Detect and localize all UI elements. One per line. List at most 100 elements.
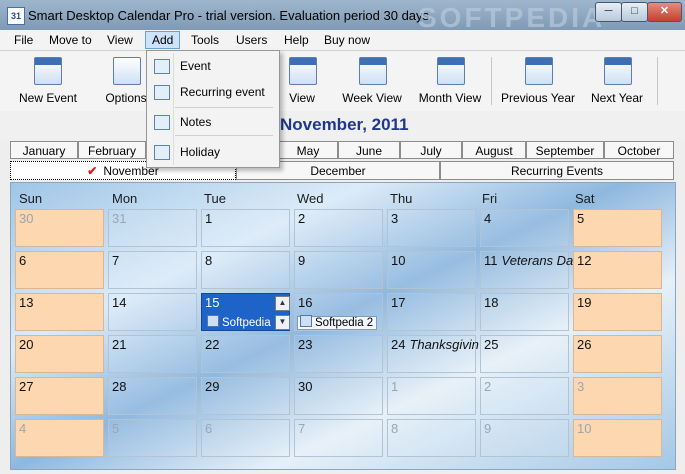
day-cell-selected[interactable]: 15 ▲ ▼ Softpedia <box>201 293 290 331</box>
day-cell[interactable]: 31 <box>108 209 197 247</box>
menu-help[interactable]: Help <box>284 33 309 47</box>
tab-february[interactable]: February <box>78 141 146 159</box>
recurring-event-icon <box>154 85 170 100</box>
day-cell[interactable]: 18 <box>480 293 569 331</box>
day-cell[interactable]: 21 <box>108 335 197 373</box>
day-cell[interactable]: 8 <box>387 419 476 457</box>
day-cell[interactable]: 9 <box>480 419 569 457</box>
menu-buy-now[interactable]: Buy now <box>324 33 370 47</box>
day-cell[interactable]: 1 <box>387 377 476 415</box>
recurring-event-icon <box>300 315 312 327</box>
day-cell[interactable]: 8 <box>201 251 290 289</box>
tab-september[interactable]: September <box>526 141 604 159</box>
menu-add[interactable]: Add <box>145 31 181 49</box>
menu-item-label: Event <box>180 59 211 73</box>
day-number: 13 <box>19 295 34 310</box>
day-cell[interactable]: 7 <box>108 251 197 289</box>
menu-move-to[interactable]: Move to <box>49 33 92 47</box>
next-year-label: Next Year <box>590 91 644 105</box>
day-number: 10 <box>577 421 592 436</box>
event-item[interactable]: Softpedia <box>204 315 275 330</box>
tab-june[interactable]: June <box>338 141 400 159</box>
holiday-label: Thanksgivin <box>409 337 479 352</box>
day-cell[interactable]: 28 <box>108 377 197 415</box>
day-cell[interactable]: 12 <box>573 251 662 289</box>
day-cell[interactable]: 3 <box>573 377 662 415</box>
menu-item-event[interactable]: Event <box>150 55 276 77</box>
day-number: 5 <box>577 211 585 226</box>
day-cell[interactable]: 22 <box>201 335 290 373</box>
day-cell[interactable]: 1 <box>201 209 290 247</box>
month-calendar-grid: Sun Mon Tue Wed Thu Fri Sat 30 31 1 2 3 … <box>10 182 676 470</box>
tab-may[interactable]: May <box>278 141 338 159</box>
tab-august[interactable]: August <box>462 141 526 159</box>
next-year-button[interactable]: Next Year <box>585 53 649 109</box>
day-cell[interactable]: 16 Softpedia 2 <box>294 293 383 331</box>
new-event-button[interactable]: New Event <box>12 53 84 109</box>
month-view-button[interactable]: Month View <box>414 53 486 109</box>
tab-recurring-events[interactable]: Recurring Events <box>440 161 674 180</box>
day-number: 31 <box>112 211 127 226</box>
day-number: 7 <box>112 253 120 268</box>
day-cell[interactable]: 6 <box>201 419 290 457</box>
day-cell[interactable]: 27 <box>15 377 104 415</box>
day-cell[interactable]: 9 <box>294 251 383 289</box>
day-cell[interactable]: 2 <box>480 377 569 415</box>
menu-item-recurring-event[interactable]: Recurring event <box>150 81 276 103</box>
menu-item-holiday[interactable]: Holiday <box>150 141 276 163</box>
menu-bar: File Move to View Add Tools Users Help B… <box>0 30 685 51</box>
tab-july[interactable]: July <box>400 141 462 159</box>
menu-file[interactable]: File <box>14 33 33 47</box>
day-cell[interactable]: 6 <box>15 251 104 289</box>
day-header-sat: Sat <box>575 191 595 206</box>
day-cell[interactable]: 14 <box>108 293 197 331</box>
event-item[interactable]: Softpedia 2 <box>297 315 378 330</box>
menu-view[interactable]: View <box>107 33 133 47</box>
day-number: 30 <box>19 211 34 226</box>
day-cell[interactable]: 5 <box>573 209 662 247</box>
day-header-mon: Mon <box>112 191 138 206</box>
minimize-button[interactable]: ─ <box>595 2 622 22</box>
day-cell[interactable]: 20 <box>15 335 104 373</box>
maximize-button[interactable]: □ <box>621 2 648 22</box>
day-cell[interactable]: 4 <box>15 419 104 457</box>
day-cell[interactable]: 3 <box>387 209 476 247</box>
scroll-down-icon[interactable]: ▼ <box>275 315 290 330</box>
toolbar-separator <box>491 57 492 105</box>
tab-january[interactable]: January <box>10 141 78 159</box>
menu-users[interactable]: Users <box>236 33 267 47</box>
day-number: 3 <box>391 211 399 226</box>
day-cell[interactable]: 5 <box>108 419 197 457</box>
day-cell[interactable]: 29 <box>201 377 290 415</box>
day-cell[interactable]: 10 <box>387 251 476 289</box>
month-title: November, 2011 <box>280 115 409 134</box>
day-cell[interactable]: 24 Thanksgivin <box>387 335 479 373</box>
close-button[interactable]: ✕ <box>647 2 682 22</box>
day-header-wed: Wed <box>297 191 324 206</box>
day-cell[interactable]: 26 <box>573 335 662 373</box>
menu-tools[interactable]: Tools <box>191 33 219 47</box>
view-button[interactable]: View <box>280 53 324 109</box>
day-cell[interactable]: 4 <box>480 209 569 247</box>
day-cell[interactable]: 7 <box>294 419 383 457</box>
scroll-up-icon[interactable]: ▲ <box>275 296 290 311</box>
menu-separator <box>175 135 273 136</box>
week-view-button[interactable]: Week View <box>336 53 408 109</box>
month-view-label: Month View <box>418 91 482 105</box>
day-cell[interactable]: 19 <box>573 293 662 331</box>
menu-item-notes[interactable]: Notes <box>150 111 276 133</box>
tab-october[interactable]: October <box>604 141 674 159</box>
day-cell[interactable]: 30 <box>15 209 104 247</box>
day-cell[interactable]: 13 <box>15 293 104 331</box>
day-header-tue: Tue <box>204 191 226 206</box>
day-cell[interactable]: 10 <box>573 419 662 457</box>
event-label: Softpedia <box>222 317 271 329</box>
day-cell[interactable]: 30 <box>294 377 383 415</box>
title-bar[interactable]: 31 Smart Desktop Calendar Pro - trial ve… <box>0 0 685 33</box>
previous-year-button[interactable]: Previous Year <box>499 53 577 109</box>
day-cell[interactable]: 25 <box>480 335 569 373</box>
day-cell[interactable]: 17 <box>387 293 476 331</box>
day-cell[interactable]: 2 <box>294 209 383 247</box>
day-cell[interactable]: 11 Veterans Da <box>480 251 573 289</box>
day-cell[interactable]: 23 <box>294 335 383 373</box>
